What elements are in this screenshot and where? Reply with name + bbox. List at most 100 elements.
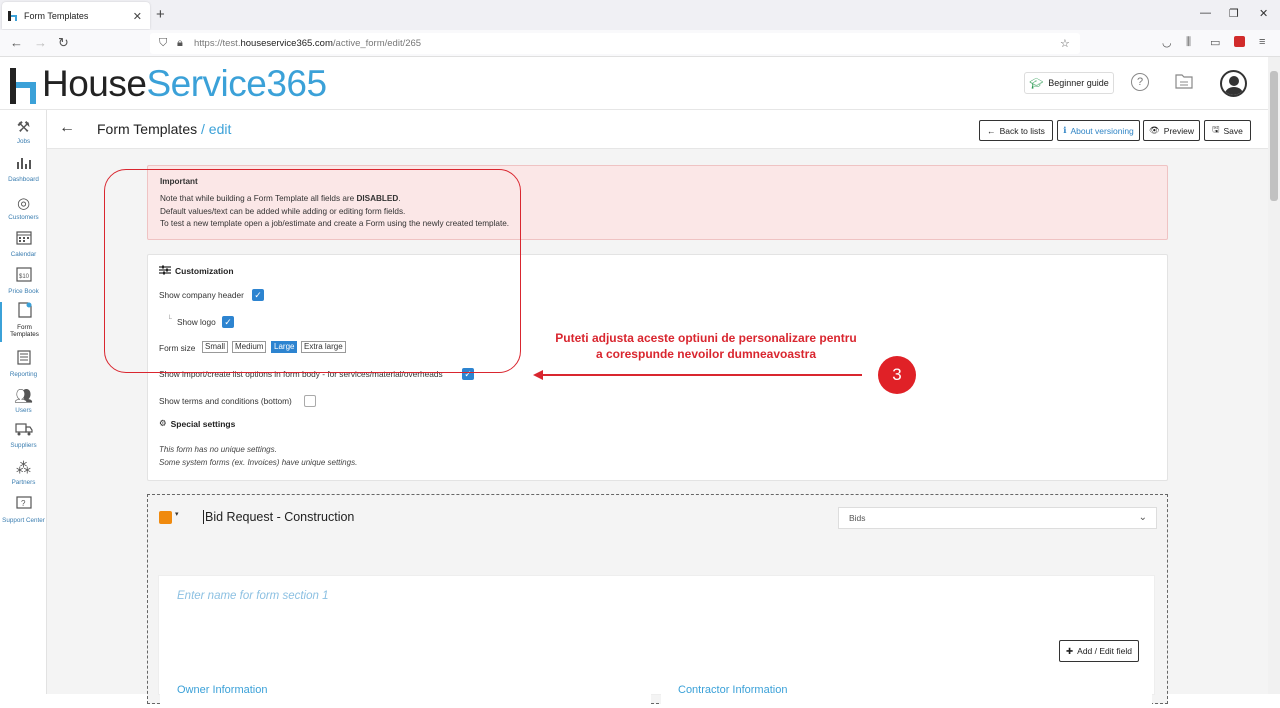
- menu-icon[interactable]: ≡: [1259, 36, 1265, 48]
- partners-icon: ⁂: [16, 460, 31, 477]
- user-avatar[interactable]: [1220, 70, 1247, 97]
- annotation-arrow-head-icon: [533, 370, 543, 380]
- sidebar-item-label: Price Book: [8, 288, 39, 295]
- section-name-input[interactable]: Enter name for form section 1: [177, 590, 328, 602]
- owner-information-title: Owner Information: [177, 684, 268, 696]
- window-restore-button[interactable]: ❐: [1229, 7, 1239, 20]
- show-terms-checkbox[interactable]: [304, 395, 316, 407]
- contractor-information-title: Contractor Information: [678, 684, 788, 696]
- shield-icon: ⛉: [159, 37, 168, 49]
- sidebar-item-suppliers[interactable]: Suppliers: [0, 422, 47, 449]
- svg-text:?: ?: [21, 499, 26, 508]
- sidebar-item-label: Customers: [8, 214, 39, 221]
- url-path: /active_form/edit/265: [332, 38, 422, 49]
- sidebar-item-calendar[interactable]: Calendar: [0, 230, 47, 258]
- sidebar-item-label: Dashboard: [8, 176, 39, 183]
- sidebar-item-dashboard[interactable]: Dashboard: [0, 156, 47, 183]
- sidebar-item-label: Jobs: [16, 138, 31, 145]
- add-edit-field-button[interactable]: ✚ Add / Edit field: [1059, 640, 1139, 662]
- sidebar-item-label: Form Templates: [10, 324, 39, 338]
- help-icon[interactable]: ?: [1131, 73, 1149, 91]
- arrow-left-icon: ←: [987, 125, 996, 136]
- add-edit-field-label: Add / Edit field: [1077, 646, 1132, 656]
- sidebar-item-price-book[interactable]: $10 Price Book: [0, 267, 47, 295]
- back-to-lists-label: Back to lists: [999, 125, 1045, 136]
- back-icon[interactable]: ←: [10, 35, 23, 50]
- sidebar: ⚒ Jobs Dashboard ◎ Customers Calendar $1…: [0, 110, 47, 694]
- lock-icon: 🔒︎: [177, 37, 183, 49]
- chart-icon: [0, 156, 47, 174]
- sidebar-item-label: Support Center: [2, 517, 45, 524]
- form-name-input[interactable]: Bid Request - Construction: [203, 510, 354, 524]
- new-tab-button[interactable]: +: [156, 6, 165, 23]
- calendar-icon: [0, 230, 47, 249]
- about-versioning-button[interactable]: ℹ About versioning: [1057, 120, 1140, 141]
- pocket-icon[interactable]: ◡: [1162, 36, 1172, 49]
- sidebar-item-label: Partners: [11, 479, 36, 486]
- svg-text:$10: $10: [19, 274, 30, 280]
- sidebar-item-partners[interactable]: ⁂ Partners: [0, 459, 47, 486]
- browser-tab[interactable]: Form Templates ✕: [2, 2, 150, 29]
- preview-label: Preview: [1163, 125, 1195, 136]
- tools-icon: ⚒: [16, 119, 31, 136]
- tab-title: Form Templates: [24, 10, 89, 21]
- back-arrow-icon[interactable]: ←: [59, 119, 75, 137]
- annotation-text: Puteti adjusta aceste optiuni de persona…: [555, 331, 857, 361]
- about-versioning-label: About versioning: [1070, 125, 1134, 136]
- eye-icon: 👁︎: [1148, 125, 1160, 135]
- sidebar-item-form-templates[interactable]: Form Templates: [0, 302, 47, 342]
- browser-nav-bar: ← → ↻ ⛉ 🔒︎ https://test. houseservice365.…: [0, 30, 1280, 57]
- sidebar-item-support-center[interactable]: ? Support Center: [0, 496, 47, 524]
- scrollbar-thumb[interactable]: [1270, 71, 1278, 201]
- annotation-arrow-line: [541, 374, 862, 376]
- window-close-button[interactable]: ✕: [1259, 7, 1268, 20]
- forward-icon[interactable]: →: [34, 35, 47, 50]
- back-to-lists-button[interactable]: ← Back to lists: [979, 120, 1053, 141]
- special-note-2: Some system forms (ex. Invoices) have un…: [159, 458, 358, 467]
- sidebar-item-customers[interactable]: ◎ Customers: [0, 194, 47, 221]
- save-button[interactable]: 🖫︎ Save: [1204, 120, 1251, 141]
- extension-icon[interactable]: [1234, 36, 1245, 47]
- url-prefix: https://test.: [194, 38, 241, 49]
- sidebar-item-reporting[interactable]: Reporting: [0, 350, 47, 378]
- bookmark-star-icon[interactable]: ☆: [1060, 37, 1070, 50]
- page-title-suffix: / edit: [197, 121, 232, 137]
- sidebar-item-label: Calendar: [10, 251, 37, 258]
- form-color-swatch[interactable]: [159, 511, 172, 524]
- save-label: Save: [1223, 125, 1243, 136]
- app-logo[interactable]: HouseService365: [8, 63, 327, 105]
- form-category-select[interactable]: Bids ⌄: [838, 507, 1157, 529]
- page-toolbar: ← Form Templates / edit ← Back to lists …: [47, 110, 1268, 149]
- sidebar-item-jobs[interactable]: ⚒ Jobs: [0, 118, 47, 145]
- report-icon: [0, 350, 47, 369]
- form-builder-area: ▾ Bid Request - Construction Bids ⌄ Ente…: [147, 494, 1168, 708]
- page-scrollbar[interactable]: [1268, 57, 1280, 694]
- special-note-1: This form has no unique settings.: [159, 445, 277, 454]
- logo-part-house: House: [42, 63, 147, 104]
- target-icon: ◎: [16, 195, 31, 212]
- preview-button[interactable]: 👁︎ Preview: [1143, 120, 1200, 141]
- form-category-value: Bids: [849, 513, 866, 523]
- floppy-disk-icon: 🖫︎: [1212, 123, 1220, 134]
- caret-down-icon[interactable]: ▾: [175, 510, 179, 518]
- beginner-guide-button[interactable]: 🎓︎ Beginner guide: [1024, 72, 1114, 94]
- highlight-ring: [104, 169, 521, 373]
- url-bar[interactable]: ⛉ 🔒︎ https://test. houseservice365.com/ac…: [150, 33, 1080, 54]
- beginner-guide-label: Beginner guide: [1048, 78, 1109, 88]
- reload-icon[interactable]: ↻: [58, 35, 69, 51]
- url-domain: houseservice365.com: [240, 38, 333, 49]
- tab-close-icon[interactable]: ✕: [133, 10, 142, 23]
- sidebar-item-label: Users: [15, 407, 32, 414]
- truck-icon: [0, 422, 47, 440]
- sidebar-item-users[interactable]: 👥︎ Users: [0, 387, 47, 414]
- page-title: Form Templates / edit: [97, 121, 231, 137]
- site-favicon-icon: [8, 10, 18, 21]
- users-icon: 👥︎: [13, 388, 34, 405]
- sidebar-toggle-icon[interactable]: ▭: [1210, 36, 1220, 49]
- folder-icon[interactable]: [1175, 72, 1193, 93]
- browser-tab-bar: Form Templates ✕ + — ❐ ✕: [0, 0, 1280, 30]
- chevron-down-icon: ⌄: [1138, 512, 1147, 523]
- owner-information-box: Owner Information: [160, 678, 651, 708]
- library-icon[interactable]: ⫼: [1186, 36, 1191, 49]
- window-minimize-button[interactable]: —: [1200, 7, 1211, 19]
